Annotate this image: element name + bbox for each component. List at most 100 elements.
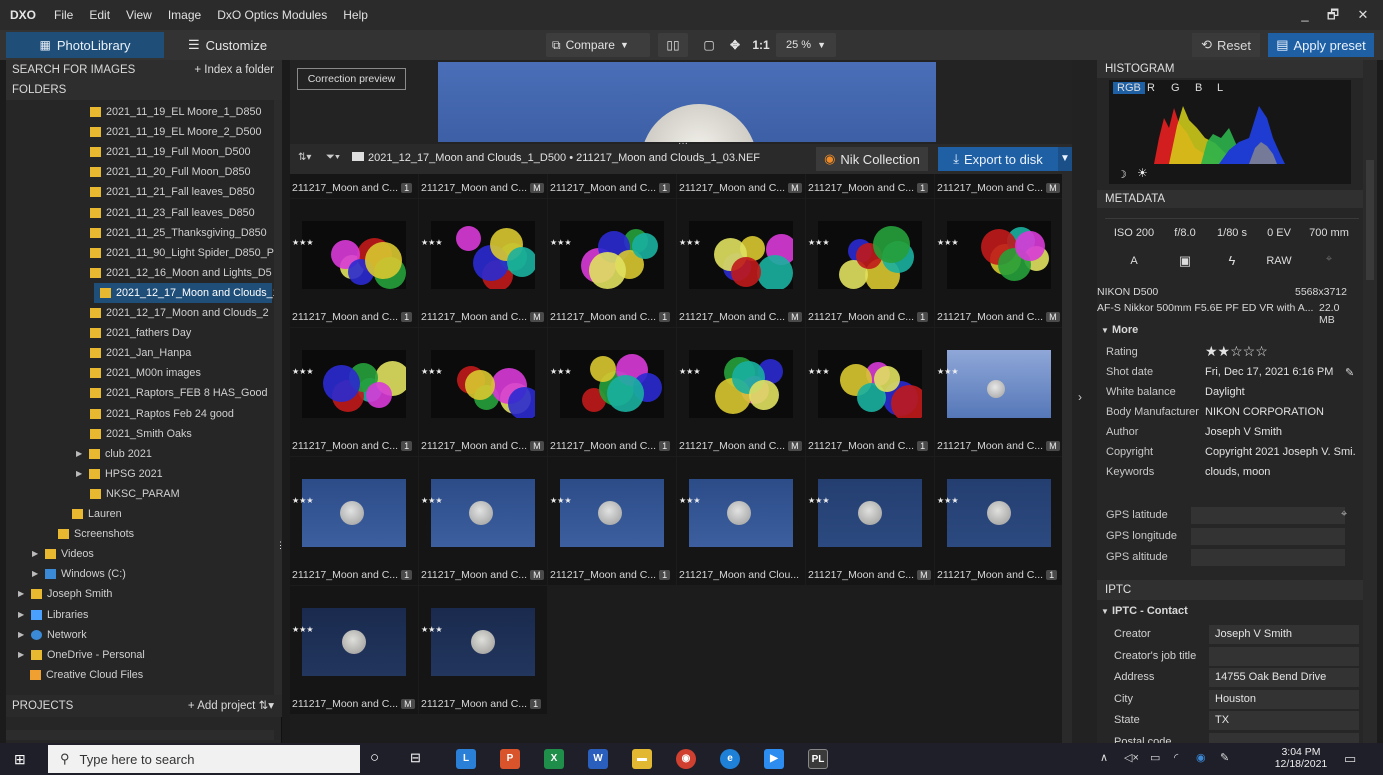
expand-arrow-icon[interactable]: ▶ bbox=[18, 645, 26, 665]
star-rating-icon[interactable]: ★★★ bbox=[808, 239, 830, 247]
folder-tree-item[interactable]: ▶ Videos bbox=[32, 544, 94, 564]
add-project-button[interactable]: + Add project ⇅▾ bbox=[188, 695, 274, 717]
folder-tree-item[interactable]: ▶ Windows (C:) bbox=[32, 564, 126, 584]
star-rating-icon[interactable]: ★★★ bbox=[808, 368, 830, 376]
notifications-icon[interactable]: ▭ bbox=[1344, 751, 1356, 767]
menu-file[interactable]: File bbox=[46, 8, 81, 22]
reset-button[interactable]: ⟲ Reset bbox=[1192, 33, 1260, 57]
highlight-clip-icon[interactable]: ☀ bbox=[1137, 166, 1148, 180]
sort-icon[interactable]: ⇅▾ bbox=[298, 152, 311, 163]
star-rating-icon[interactable]: ★★★ bbox=[421, 626, 443, 634]
wifi-icon[interactable]: ◜ bbox=[1174, 751, 1178, 764]
folder-tree-item[interactable]: 2021_11_21_Fall leaves_D850 bbox=[90, 182, 255, 202]
thumbnail-cell[interactable]: ★★★211217_Moon and C...1 bbox=[290, 328, 418, 456]
tab-customize[interactable]: ☰ Customize bbox=[188, 32, 288, 58]
export-dropdown-button[interactable]: ▼ bbox=[1058, 147, 1072, 171]
apply-preset-button[interactable]: ▤ Apply preset bbox=[1268, 33, 1374, 57]
star-rating-icon[interactable]: ★★★ bbox=[679, 497, 701, 505]
star-rating-icon[interactable]: ★★★ bbox=[421, 368, 443, 376]
iptc-field[interactable]: Joseph V Smith bbox=[1209, 625, 1359, 644]
thumbnail-cell[interactable]: ★★★211217_Moon and C...M bbox=[677, 174, 805, 198]
iptc-field[interactable] bbox=[1209, 646, 1359, 666]
folder-tree-item[interactable]: 2021_M00n images bbox=[90, 363, 201, 383]
hist-tab-r[interactable]: R bbox=[1147, 82, 1155, 94]
star-rating-icon[interactable]: ★★★ bbox=[292, 626, 314, 634]
folder-tree-item[interactable]: 2021_11_19_Full Moon_D500 bbox=[90, 142, 250, 162]
tray-chevron-icon[interactable]: ∧ bbox=[1100, 751, 1108, 764]
app-edge-icon[interactable]: e bbox=[720, 749, 740, 769]
thumbnail-cell[interactable]: ★★★211217_Moon and C...1 bbox=[548, 199, 676, 327]
folder-tree-scrollbar[interactable] bbox=[274, 100, 282, 700]
nik-collection-button[interactable]: ◉ Nik Collection bbox=[816, 147, 928, 171]
thumbnail-cell[interactable]: ★★★211217_Moon and C...1 bbox=[806, 328, 934, 456]
thumbnail-cell[interactable]: ★★★211217_Moon and C...M bbox=[290, 586, 418, 714]
export-to-disk-button[interactable]: ⤓ Export to disk bbox=[938, 147, 1058, 171]
star-rating-icon[interactable]: ★★★ bbox=[937, 368, 959, 376]
folder-tree-item[interactable]: 2021_12_17_Moon and Clouds_2 bbox=[90, 303, 269, 323]
compare-button[interactable]: ⧉ Compare ▼ bbox=[546, 33, 650, 57]
hist-tab-rgb[interactable]: RGB bbox=[1113, 82, 1145, 94]
menu-image[interactable]: Image bbox=[160, 8, 209, 22]
restore-button[interactable]: 🗗 bbox=[1318, 0, 1348, 30]
index-folder-button[interactable]: + Index a folder bbox=[194, 60, 274, 80]
app-powerpoint-icon[interactable]: P bbox=[500, 749, 520, 769]
star-rating-icon[interactable]: ★★★ bbox=[292, 497, 314, 505]
iptc-contact-toggle[interactable]: ▼ IPTC - Contact bbox=[1101, 605, 1188, 617]
volume-icon[interactable]: ◁× bbox=[1124, 751, 1139, 764]
thumbnail-cell[interactable]: ★★★211217_Moon and C...M bbox=[677, 199, 805, 327]
expand-arrow-icon[interactable]: ▶ bbox=[76, 464, 84, 484]
shadow-clip-icon[interactable]: ☽ bbox=[1117, 168, 1127, 181]
split-view-button[interactable]: ▯▯ bbox=[658, 33, 688, 57]
menu-help[interactable]: Help bbox=[335, 8, 376, 22]
tab-photolibrary[interactable]: ▦ PhotoLibrary bbox=[6, 32, 164, 58]
iptc-field[interactable]: TX bbox=[1209, 711, 1359, 730]
folder-tree-item[interactable]: 2021_11_23_Fall leaves_D850 bbox=[90, 203, 255, 223]
close-button[interactable]: ✕ bbox=[1348, 0, 1378, 30]
move-button[interactable]: ✥ bbox=[724, 33, 746, 57]
app-zoom-icon[interactable]: ▶ bbox=[764, 749, 784, 769]
thumbnail-cell[interactable]: ★★★211217_Moon and C...1 bbox=[548, 174, 676, 198]
iptc-field[interactable]: Houston bbox=[1209, 689, 1359, 709]
folder-tree-item[interactable]: 2021_11_19_EL Moore_2_D500 bbox=[90, 122, 261, 142]
folder-tree-item[interactable]: 2021_Smith Oaks bbox=[90, 424, 192, 444]
expand-arrow-icon[interactable]: ▶ bbox=[18, 605, 26, 625]
app-lightroom-icon[interactable]: L bbox=[456, 749, 476, 769]
folder-tree-item[interactable]: 2021_12_17_Moon and Clouds_1 bbox=[94, 282, 279, 303]
one-to-one-button[interactable]: 1:1 bbox=[750, 33, 772, 57]
gps-field[interactable] bbox=[1191, 549, 1345, 566]
thumbnail-cell[interactable]: ★★★211217_Moon and C...M bbox=[419, 174, 547, 198]
thumbnail-cell[interactable]: ★★★211217_Moon and C...1 bbox=[806, 199, 934, 327]
folder-tree-item[interactable]: ▶ Joseph Smith bbox=[18, 584, 112, 604]
app-explorer-icon[interactable]: ▬ bbox=[632, 749, 652, 769]
folder-tree-item[interactable]: 2021_11_25_Thanksgiving_D850 bbox=[90, 223, 267, 243]
folder-tree-item[interactable]: Screenshots bbox=[58, 524, 134, 544]
task-view-icon[interactable]: ⊟ bbox=[410, 750, 421, 766]
projects-scrollbar[interactable] bbox=[6, 730, 274, 740]
taskbar-search[interactable]: ⚲ Type here to search bbox=[48, 745, 360, 773]
thumbnail-cell[interactable]: ★★★211217_Moon and C...1 bbox=[290, 457, 418, 585]
battery-icon[interactable]: ▭ bbox=[1150, 751, 1160, 764]
pen-icon[interactable]: ✎ bbox=[1220, 751, 1229, 764]
folder-tree-item[interactable]: ▶ OneDrive - Personal bbox=[18, 645, 145, 665]
expand-arrow-icon[interactable]: ▶ bbox=[76, 444, 84, 464]
star-rating-icon[interactable]: ★★★ bbox=[808, 497, 830, 505]
thumbnail-cell[interactable]: ★★★211217_Moon and C...1 bbox=[548, 328, 676, 456]
folder-tree-item[interactable]: 2021_11_90_Light Spider_D850_P bbox=[90, 243, 274, 263]
thumbnail-cell[interactable]: ★★★211217_Moon and C...1 bbox=[806, 174, 934, 198]
thumbnail-cell[interactable]: ★★★211217_Moon and C...M bbox=[677, 328, 805, 456]
folder-tree-item[interactable]: 2021_11_20_Full Moon_D850 bbox=[90, 162, 250, 182]
zoom-select[interactable]: 25 % ▼ bbox=[776, 33, 836, 57]
thumbnail-cell[interactable]: ★★★211217_Moon and C...M bbox=[419, 328, 547, 456]
star-rating-icon[interactable]: ★★★ bbox=[421, 497, 443, 505]
thumbnail-cell[interactable]: ★★★211217_Moon and C...1 bbox=[548, 457, 676, 585]
folder-tree-item[interactable]: 2021_Raptors_FEB 8 HAS_Good bbox=[90, 383, 267, 403]
star-rating-icon[interactable]: ★★★ bbox=[421, 239, 443, 247]
app-word-icon[interactable]: W bbox=[588, 749, 608, 769]
folder-tree-item[interactable]: ▶ club 2021 bbox=[76, 444, 152, 464]
filter-icon[interactable]: ⏷▾ bbox=[326, 151, 340, 164]
star-rating-icon[interactable]: ★★★ bbox=[292, 368, 314, 376]
app-dxo-icon[interactable]: PL bbox=[808, 749, 828, 769]
thumbnail-cell[interactable]: ★★★211217_Moon and C...M bbox=[419, 457, 547, 585]
star-rating-icon[interactable]: ★★★ bbox=[679, 239, 701, 247]
map-pin-icon[interactable]: ⌖ bbox=[1341, 508, 1347, 521]
